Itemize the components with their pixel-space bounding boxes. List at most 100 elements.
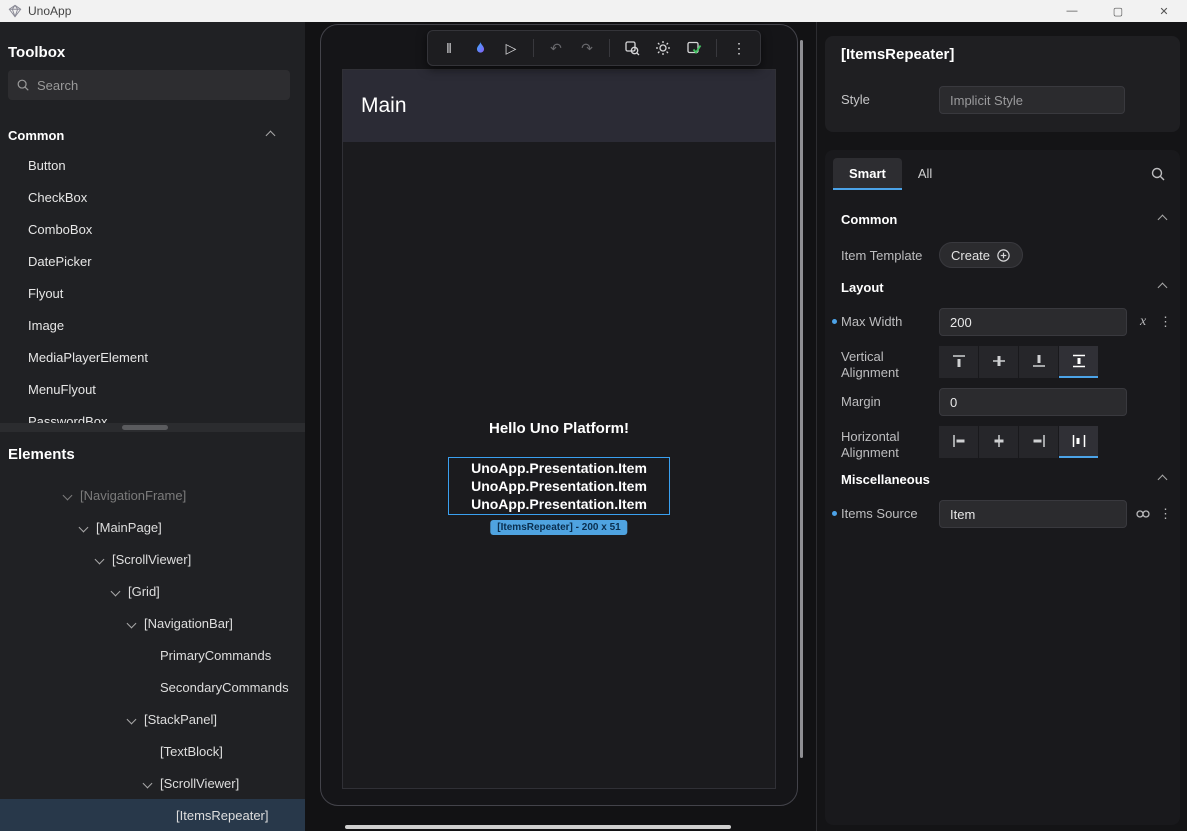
tree-item-navigationbar[interactable]: [NavigationBar] <box>0 607 305 639</box>
chevron-up-icon <box>1158 282 1168 292</box>
valign-center-button[interactable] <box>979 346 1018 378</box>
tree-item-secondarycommands[interactable]: SecondaryCommands <box>0 671 305 703</box>
tree-item-mainpage[interactable]: [MainPage] <box>0 511 305 543</box>
toolbox-item-datepicker[interactable]: DatePicker <box>0 246 305 278</box>
repeater-item[interactable]: UnoApp.Presentation.Item <box>449 495 669 513</box>
uno-hot-design-window: UnoApp — ▢ ✕ Toolbox Common Button Check… <box>0 0 1187 831</box>
toolbox-section-common[interactable]: Common <box>8 118 290 152</box>
toolbox-item-image[interactable]: Image <box>0 310 305 342</box>
tree-item-label: [Grid] <box>128 584 160 599</box>
items-source-input[interactable] <box>939 500 1127 528</box>
halign-right-button[interactable] <box>1019 426 1058 458</box>
toolbar-separator <box>716 39 717 57</box>
style-input[interactable] <box>939 86 1125 114</box>
app-preview-screen[interactable]: Main Hello Uno Platform! UnoApp.Presenta… <box>342 69 776 789</box>
theme-toggle-icon[interactable] <box>654 39 672 57</box>
tree-item-stackpanel[interactable]: [StackPanel] <box>0 703 305 735</box>
bind-function-icon[interactable]: x <box>1140 308 1146 336</box>
toolbox-search[interactable] <box>8 70 290 100</box>
chevron-down-icon[interactable] <box>127 714 137 724</box>
valign-stretch-button[interactable] <box>1059 346 1098 378</box>
valign-top-button[interactable] <box>939 346 978 378</box>
selection-size-badge: [ItemsRepeater] - 200 x 51 <box>490 520 627 535</box>
valign-bottom-button[interactable] <box>1019 346 1058 378</box>
chevron-down-icon[interactable] <box>127 618 137 628</box>
selected-itemsrepeater[interactable]: UnoApp.Presentation.Item UnoApp.Presenta… <box>448 457 670 515</box>
chevron-down-icon[interactable] <box>143 778 153 788</box>
toolbox-item-passwordbox[interactable]: PasswordBox <box>0 406 305 438</box>
toolbox-title: Toolbox <box>8 44 65 61</box>
tree-item-textblock[interactable]: [TextBlock] <box>0 735 305 767</box>
hot-reload-flame-icon[interactable] <box>471 39 489 57</box>
toolbox-item-mediaplayerelement[interactable]: MediaPlayerElement <box>0 342 305 374</box>
greeting-text[interactable]: Hello Uno Platform! <box>343 420 775 437</box>
halign-center-button[interactable] <box>979 426 1018 458</box>
tree-item-label: [ScrollViewer] <box>160 776 239 791</box>
modified-indicator <box>832 319 837 324</box>
designer-toolbar: ‖ ▷ ↶ ↷ <box>427 30 761 66</box>
preview-navigation-bar[interactable]: Main <box>343 70 775 142</box>
style-label: Style <box>841 86 870 114</box>
toolbox-item-menuflyout[interactable]: MenuFlyout <box>0 374 305 406</box>
minimize-button[interactable]: — <box>1049 0 1095 22</box>
canvas-horizontal-scrollbar[interactable] <box>345 825 731 829</box>
toolbox-item-checkbox[interactable]: CheckBox <box>0 182 305 214</box>
repeater-item[interactable]: UnoApp.Presentation.Item <box>449 459 669 477</box>
play-button[interactable]: ▷ <box>502 39 520 57</box>
more-options-button[interactable]: ⋮ <box>730 39 748 57</box>
property-search-icon[interactable] <box>1150 166 1166 182</box>
toolbox-item-button[interactable]: Button <box>0 150 305 182</box>
titlebar: UnoApp — ▢ ✕ <box>0 0 1187 22</box>
row-margin: Margin <box>825 388 1180 416</box>
chevron-down-icon[interactable] <box>95 554 105 564</box>
tab-all[interactable]: All <box>902 158 948 190</box>
device-frame: Main Hello Uno Platform! UnoApp.Presenta… <box>320 24 798 806</box>
halign-stretch-button[interactable] <box>1059 426 1098 458</box>
tree-item-scrollviewer[interactable]: [ScrollViewer] <box>0 543 305 575</box>
hot-reload-status-icon[interactable] <box>685 39 703 57</box>
section-label: Layout <box>841 280 884 295</box>
more-options-icon[interactable]: ⋮ <box>1159 308 1172 336</box>
more-options-icon[interactable]: ⋮ <box>1159 500 1172 528</box>
tree-item-primarycommands[interactable]: PrimaryCommands <box>0 639 305 671</box>
tree-item-itemsrepeater[interactable]: [ItemsRepeater] <box>0 799 305 831</box>
chevron-down-icon[interactable] <box>79 522 89 532</box>
margin-input[interactable] <box>939 388 1127 416</box>
toolbox-item-combobox[interactable]: ComboBox <box>0 214 305 246</box>
create-template-button[interactable]: Create <box>939 242 1023 268</box>
pause-button[interactable]: ‖ <box>440 39 458 57</box>
repeater-item[interactable]: UnoApp.Presentation.Item <box>449 477 669 495</box>
toolbox-horizontal-scrollbar[interactable] <box>0 423 305 432</box>
toolbox-item-flyout[interactable]: Flyout <box>0 278 305 310</box>
max-width-input[interactable] <box>939 308 1127 336</box>
canvas-vertical-scrollbar[interactable] <box>800 40 803 758</box>
tree-item-navigationframe[interactable]: [NavigationFrame] <box>0 479 305 511</box>
scrollbar-handle[interactable] <box>122 425 168 430</box>
elements-title: Elements <box>8 446 75 463</box>
tree-item-grid[interactable]: [Grid] <box>0 575 305 607</box>
section-common[interactable]: Common <box>841 206 1166 232</box>
tree-item-scrollviewer-2[interactable]: [ScrollViewer] <box>0 767 305 799</box>
tree-item-label: [ScrollViewer] <box>112 552 191 567</box>
chevron-down-icon[interactable] <box>63 490 73 500</box>
section-miscellaneous[interactable]: Miscellaneous <box>841 466 1166 492</box>
selected-element-name: [ItemsRepeater] <box>841 46 954 63</box>
tab-smart[interactable]: Smart <box>833 158 902 190</box>
tree-item-label: SecondaryCommands <box>160 680 289 695</box>
inspect-element-icon[interactable] <box>623 39 641 57</box>
toolbox-items: Button CheckBox ComboBox DatePicker Flyo… <box>0 150 305 438</box>
maximize-button[interactable]: ▢ <box>1095 0 1141 22</box>
section-label: Miscellaneous <box>841 472 930 487</box>
halign-left-button[interactable] <box>939 426 978 458</box>
plus-circle-icon <box>996 248 1011 263</box>
undo-button[interactable]: ↶ <box>547 39 565 57</box>
search-input[interactable] <box>37 78 282 93</box>
tree-item-label: [NavigationFrame] <box>80 488 186 503</box>
section-layout[interactable]: Layout <box>841 274 1166 300</box>
redo-button[interactable]: ↷ <box>578 39 596 57</box>
properties-card: Smart All Common Item Template Create L <box>825 150 1180 825</box>
binding-icon[interactable] <box>1135 500 1151 528</box>
chevron-down-icon[interactable] <box>111 586 121 596</box>
chevron-up-icon <box>266 130 276 140</box>
close-button[interactable]: ✕ <box>1141 0 1187 22</box>
